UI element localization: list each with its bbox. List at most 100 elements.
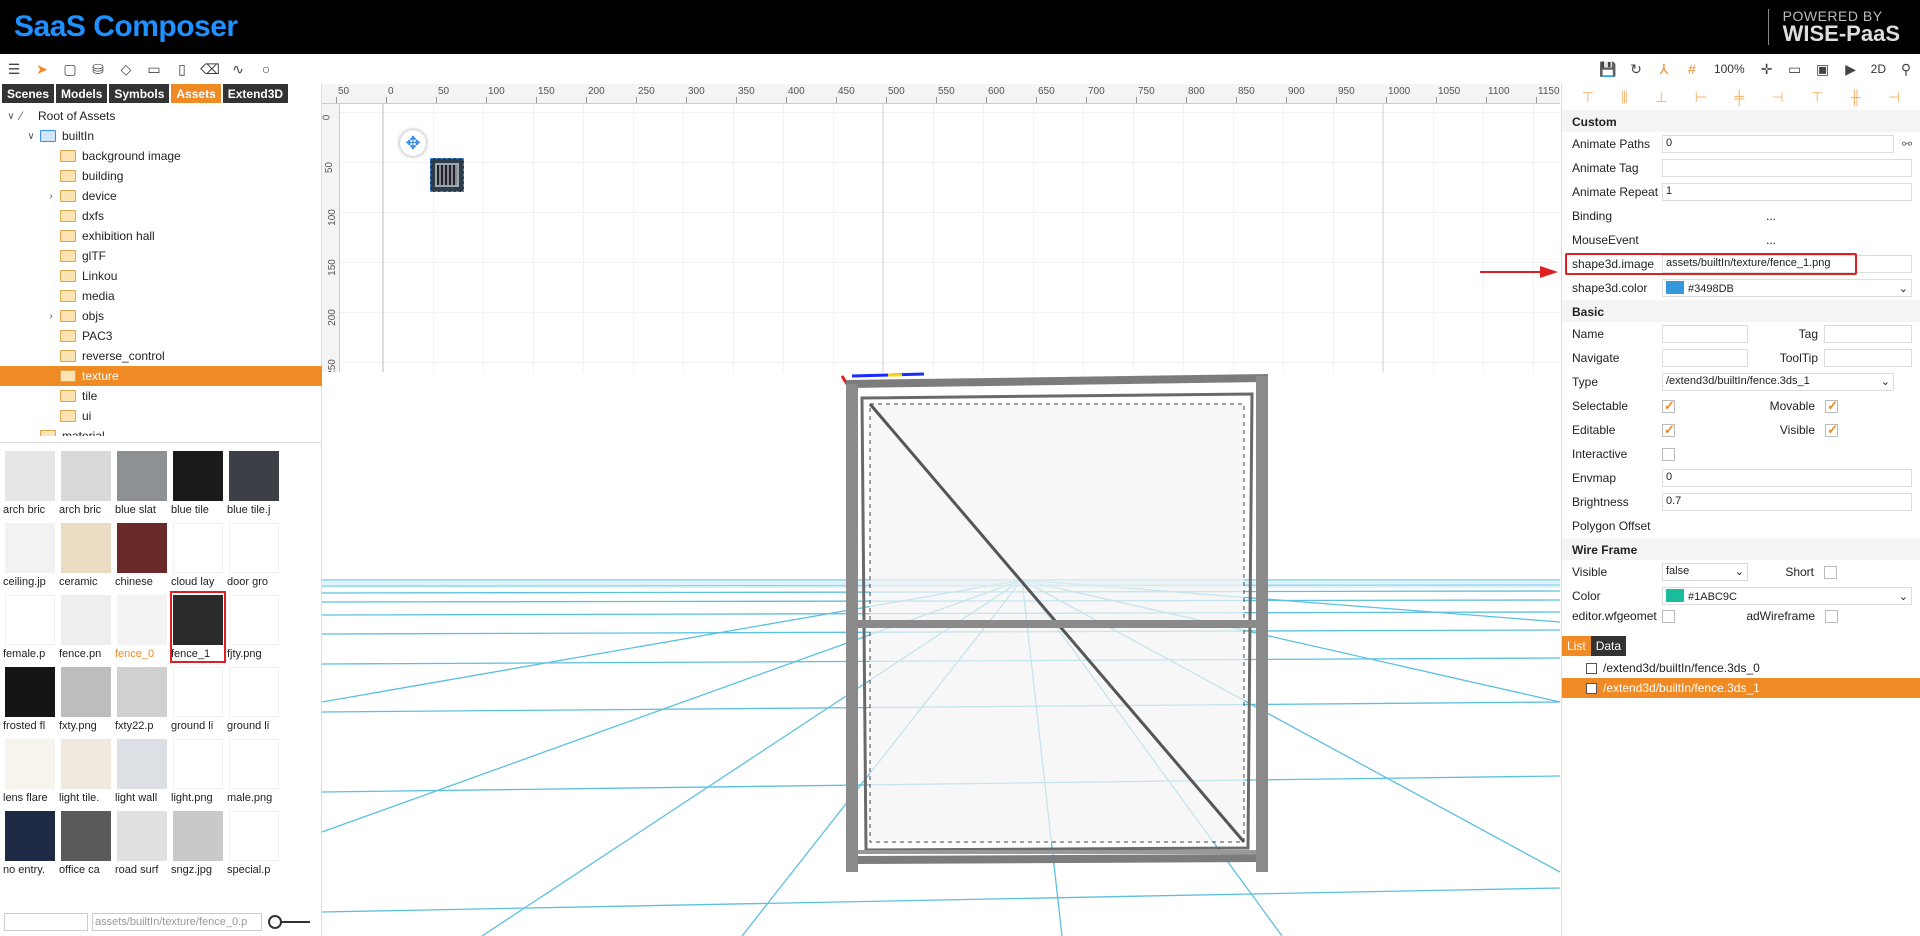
tree-folder[interactable]: PAC3 xyxy=(0,326,322,346)
texture-thumbnail[interactable]: office ca xyxy=(58,807,114,879)
brightness-field[interactable]: 0.7 xyxy=(1662,493,1912,511)
pointer-icon[interactable]: ➤ xyxy=(31,58,53,80)
move-handle-icon[interactable]: ✥ xyxy=(400,130,426,156)
texture-thumbnail[interactable]: light tile. xyxy=(58,735,114,807)
chevron-down-icon[interactable]: ∨ xyxy=(6,111,16,122)
comment-icon[interactable]: ▭ xyxy=(143,58,165,80)
zoom-level[interactable]: 100% xyxy=(1714,62,1745,76)
selectable-checkbox[interactable] xyxy=(1662,398,1675,414)
canvas-2d[interactable]: ✥ xyxy=(340,104,1560,372)
texture-thumbnail[interactable]: door gro xyxy=(226,519,282,591)
texture-thumbnail[interactable]: ground li xyxy=(170,663,226,735)
tree-folder[interactable]: media xyxy=(0,286,322,306)
eraser-icon[interactable]: ⌫ xyxy=(199,58,221,80)
texture-thumbnail[interactable]: sngz.jpg xyxy=(170,807,226,879)
texture-thumbnail[interactable]: arch bric xyxy=(58,447,114,519)
tab-extend3d[interactable]: Extend3D xyxy=(222,84,289,103)
window-icon[interactable]: ▭ xyxy=(1784,58,1806,80)
chevron-down-icon[interactable]: ∨ xyxy=(26,131,36,142)
list-item-checkbox[interactable] xyxy=(1586,682,1597,694)
texture-thumbnail[interactable]: male.png xyxy=(226,735,282,807)
align-center-icon[interactable]: ╪ xyxy=(1734,89,1744,105)
circle-icon[interactable]: ○ xyxy=(255,58,277,80)
shape3d-color-select[interactable]: #3498DB ⌄ xyxy=(1662,279,1912,297)
wf-short-checkbox[interactable] xyxy=(1824,565,1837,579)
list-item[interactable]: /extend3d/builtIn/fence.3ds_1 xyxy=(1562,678,1920,698)
texture-thumbnail[interactable]: chinese xyxy=(114,519,170,591)
shape3d-image-field[interactable]: assets/builtIn/texture/fence_1.png xyxy=(1662,255,1912,273)
texture-thumbnail[interactable]: fence_1 xyxy=(170,591,226,663)
list-item[interactable]: /extend3d/builtIn/fence.3ds_0 xyxy=(1562,658,1920,678)
rect-tool-icon[interactable]: ▯ xyxy=(171,58,193,80)
texture-thumbnail[interactable]: light wall xyxy=(114,735,170,807)
chevron-right-icon[interactable]: › xyxy=(46,311,56,322)
asset-search-input[interactable] xyxy=(4,913,88,931)
texture-thumbnail[interactable]: blue slat xyxy=(114,447,170,519)
editable-checkbox[interactable] xyxy=(1662,422,1675,438)
tree-folder[interactable]: tile xyxy=(0,386,322,406)
texture-thumbnail[interactable]: special.p xyxy=(226,807,282,879)
texture-thumbnail[interactable]: blue tile.j xyxy=(226,447,282,519)
align-middle-icon[interactable]: ⫼ xyxy=(1621,89,1627,106)
texture-thumbnail[interactable]: ceramic xyxy=(58,519,114,591)
movable-checkbox[interactable] xyxy=(1825,398,1838,414)
texture-thumbnail[interactable]: ground li xyxy=(226,663,282,735)
texture-thumbnail[interactable]: blue tile xyxy=(170,447,226,519)
binding-button[interactable]: ... xyxy=(1662,209,1880,223)
menu-icon[interactable]: ☰ xyxy=(3,58,25,80)
texture-thumbnail[interactable]: fxty22.p xyxy=(114,663,170,735)
texture-thumbnail[interactable]: frosted fl xyxy=(2,663,58,735)
chevron-right-icon[interactable]: › xyxy=(46,191,56,202)
mode-2d-toggle[interactable]: 2D xyxy=(1871,62,1886,76)
animate-tag-field[interactable] xyxy=(1662,159,1912,177)
curve-icon[interactable]: ∿ xyxy=(227,58,249,80)
align-edge-icon[interactable]: ⊣ xyxy=(1888,89,1900,106)
interactive-checkbox[interactable] xyxy=(1662,447,1675,461)
texture-thumbnail[interactable]: cloud lay xyxy=(170,519,226,591)
tree-folder[interactable]: › objs xyxy=(0,306,322,326)
tree-material[interactable]: material xyxy=(0,426,322,436)
tab-scenes[interactable]: Scenes xyxy=(2,84,55,103)
save-icon[interactable]: 💾 xyxy=(1597,58,1619,80)
scene-3d-view[interactable] xyxy=(322,372,1560,936)
tree-folder[interactable]: reverse_control xyxy=(0,346,322,366)
wf-color-select[interactable]: #1ABC9C ⌄ xyxy=(1662,587,1912,605)
tag-field[interactable] xyxy=(1824,325,1912,343)
play-icon[interactable]: ▶ xyxy=(1840,58,1862,80)
align-left-icon[interactable]: ⊢ xyxy=(1695,89,1707,106)
tree-folder[interactable]: dxfs xyxy=(0,206,322,226)
tab-list[interactable]: List xyxy=(1562,636,1591,656)
tab-models[interactable]: Models xyxy=(56,84,108,103)
tab-symbols[interactable]: Symbols xyxy=(109,84,170,103)
axis-icon[interactable]: ⅄ xyxy=(1653,58,1675,80)
grid-icon[interactable]: # xyxy=(1681,58,1703,80)
tree-folder[interactable]: Linkou xyxy=(0,266,322,286)
navigate-field[interactable] xyxy=(1662,349,1748,367)
selected-fence-node[interactable] xyxy=(430,158,464,192)
tree-builtin[interactable]: ∨ builtIn xyxy=(0,126,322,146)
texture-thumbnail[interactable]: fence_0 xyxy=(114,591,170,663)
wf-visible-select[interactable]: false ⌄ xyxy=(1662,563,1748,581)
mouse-event-button[interactable]: ... xyxy=(1662,233,1880,247)
envmap-field[interactable]: 0 xyxy=(1662,469,1912,487)
section-wireframe[interactable]: Wire Frame xyxy=(1562,538,1920,560)
tree-root[interactable]: ∨ ⁄ Root of Assets xyxy=(0,106,322,126)
texture-thumbnail[interactable]: no entry. xyxy=(2,807,58,879)
tab-assets[interactable]: Assets xyxy=(171,84,221,103)
cube-icon[interactable]: ▢ xyxy=(59,58,81,80)
tab-data[interactable]: Data xyxy=(1590,636,1627,656)
link-icon[interactable]: ⚯ xyxy=(1902,137,1912,151)
refresh-icon[interactable]: ↻ xyxy=(1625,58,1647,80)
wf-geom-checkbox[interactable] xyxy=(1662,609,1675,623)
tree-folder[interactable]: texture xyxy=(0,366,322,386)
texture-thumbnail[interactable]: road surf xyxy=(114,807,170,879)
shape-icon[interactable]: ◇ xyxy=(115,58,137,80)
list-item-checkbox[interactable] xyxy=(1586,662,1597,674)
thumbnail-size-slider[interactable] xyxy=(268,915,310,929)
texture-thumbnail[interactable]: lens flare xyxy=(2,735,58,807)
texture-thumbnail[interactable]: arch bric xyxy=(2,447,58,519)
animate-repeat-field[interactable]: 1 xyxy=(1662,183,1912,201)
cylinder-icon[interactable]: ⛁ xyxy=(87,58,109,80)
tree-folder[interactable]: background image xyxy=(0,146,322,166)
panel-icon[interactable]: ▣ xyxy=(1812,58,1834,80)
